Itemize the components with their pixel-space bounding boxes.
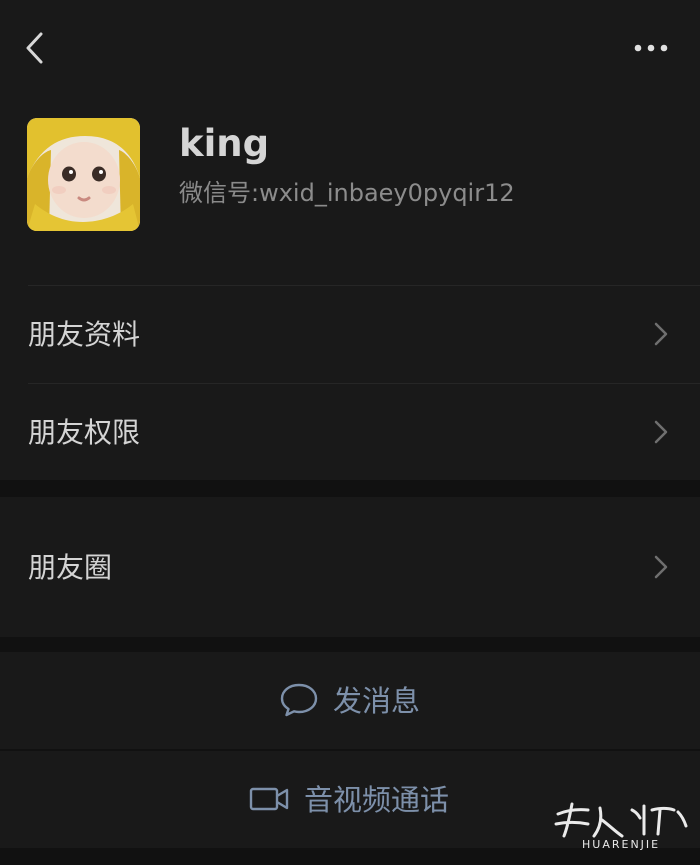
send-message-label: 发消息 xyxy=(333,684,421,718)
menu-item-label: 朋友权限 xyxy=(28,416,141,449)
menu-item-friend-permissions[interactable]: 朋友权限 xyxy=(0,384,700,481)
more-button[interactable] xyxy=(628,34,674,62)
menu-item-moments[interactable]: 朋友圈 xyxy=(0,519,700,616)
chat-bubble-icon xyxy=(280,683,318,717)
video-call-label: 音视频通话 xyxy=(304,783,450,817)
avatar-image xyxy=(27,118,140,231)
menu-section-moments: 朋友圈 xyxy=(0,497,700,637)
more-dots-icon xyxy=(634,44,668,52)
profile-name: king xyxy=(179,122,270,165)
menu-section-friend: 朋友资料 朋友权限 xyxy=(0,272,700,480)
send-message-button[interactable]: 发消息 xyxy=(0,652,700,749)
wechat-id-value: wxid_inbaey0pyqir12 xyxy=(259,179,515,207)
wechat-id: 微信号:wxid_inbaey0pyqir12 xyxy=(179,176,515,210)
menu-item-label: 朋友资料 xyxy=(28,318,141,351)
back-button[interactable] xyxy=(18,28,52,68)
chevron-right-icon xyxy=(654,555,668,579)
menu-item-friend-info[interactable]: 朋友资料 xyxy=(0,286,700,383)
video-camera-icon xyxy=(249,787,289,811)
chevron-right-icon xyxy=(654,322,668,346)
menu-item-label: 朋友圈 xyxy=(28,551,113,584)
watermark-text: HUARENJIE xyxy=(582,838,661,851)
avatar[interactable] xyxy=(27,118,140,231)
watermark-brush-icon xyxy=(554,802,688,838)
wechat-id-label: 微信号: xyxy=(179,179,260,207)
chevron-right-icon xyxy=(654,420,668,444)
watermark-logo: HUARENJIE xyxy=(548,800,692,856)
chevron-left-icon xyxy=(26,32,43,64)
